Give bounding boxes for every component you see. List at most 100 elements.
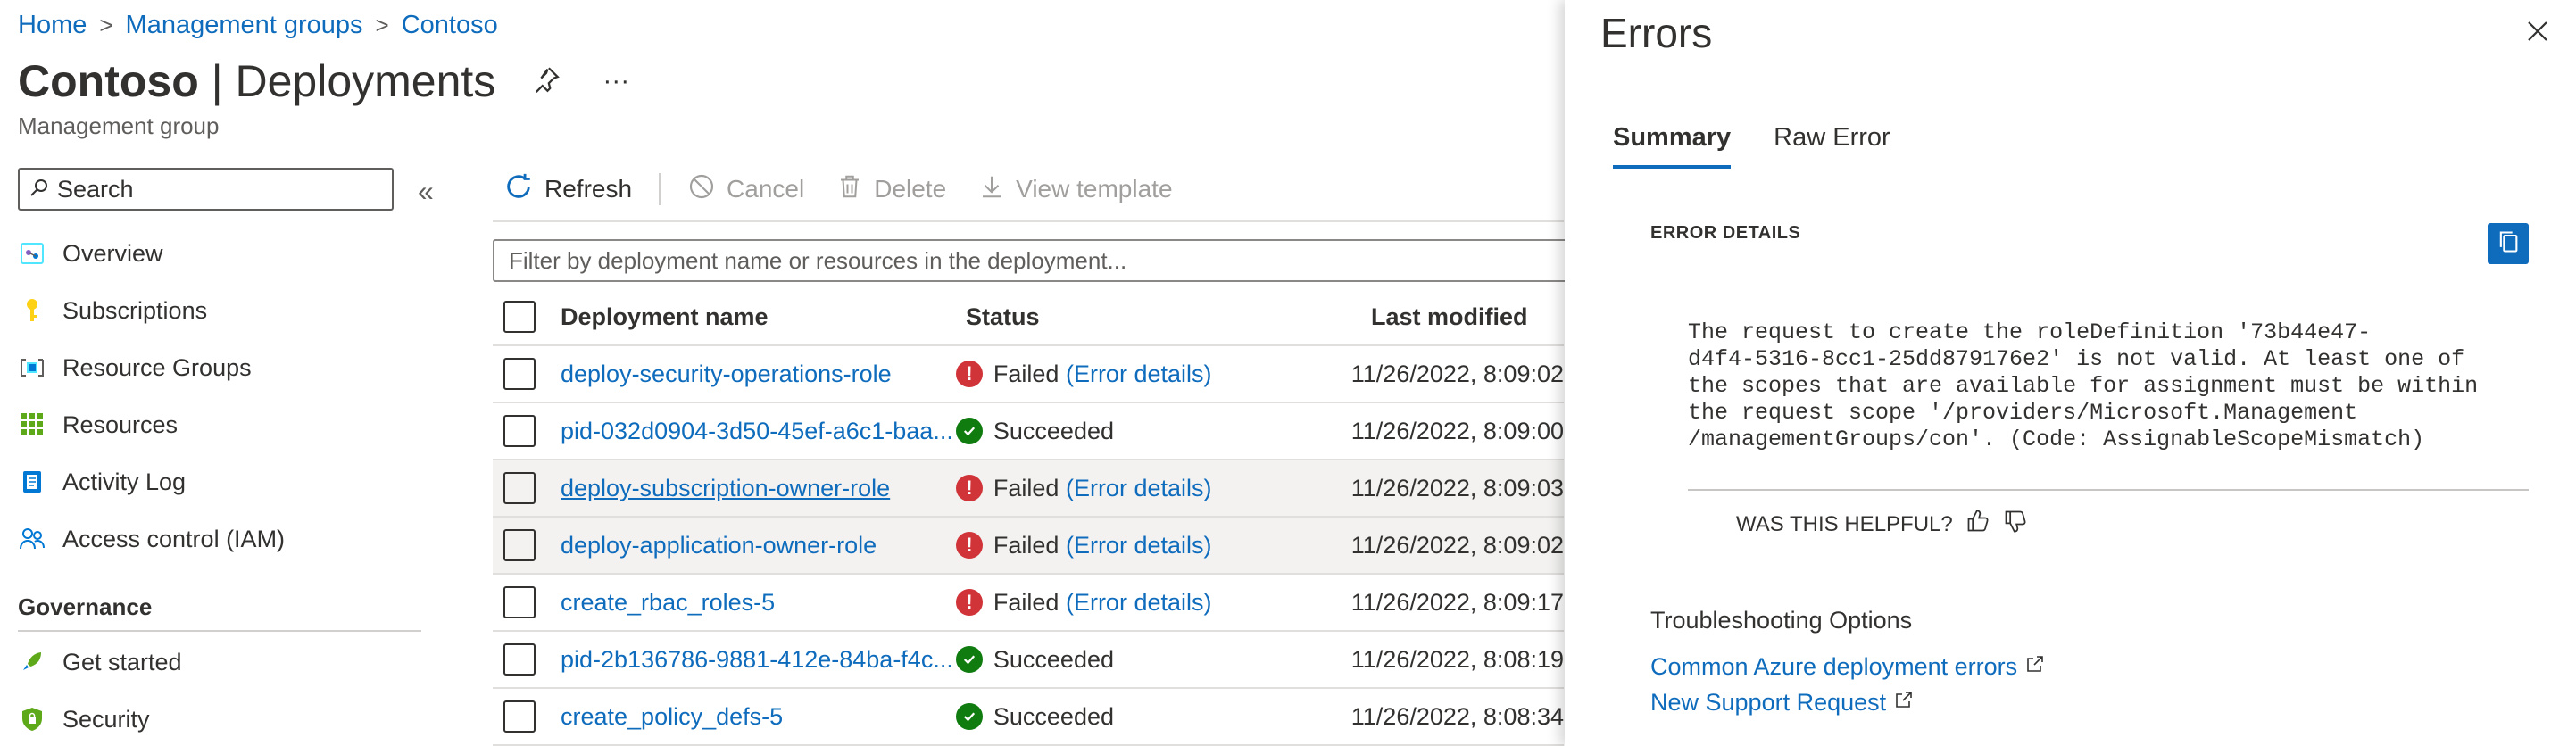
deployment-link[interactable]: create_rbac_roles-5 <box>561 589 956 617</box>
breadcrumb-home[interactable]: Home <box>18 11 87 40</box>
sidebar-item-label: Access control (IAM) <box>62 525 286 552</box>
error-icon: ! <box>955 475 983 501</box>
download-icon <box>978 172 1005 207</box>
error-icon: ! <box>955 532 983 559</box>
deployment-link[interactable]: deploy-security-operations-role <box>561 361 956 388</box>
row-checkbox[interactable] <box>503 415 536 447</box>
deployment-filter[interactable] <box>493 239 1582 282</box>
column-header-status[interactable]: Status <box>966 303 1371 331</box>
tab-summary[interactable]: Summary <box>1613 123 1732 169</box>
rocket-icon <box>18 648 46 676</box>
status-text: Failed <box>993 531 1059 559</box>
error-details-link[interactable]: (Error details) <box>1066 475 1212 502</box>
cancel-label: Cancel <box>727 175 805 203</box>
last-modified: 11/26/2022, 8:08:34 <box>1350 702 1564 730</box>
select-all-checkbox[interactable] <box>503 301 536 333</box>
status-cell: Succeeded <box>955 418 1351 445</box>
external-link-icon <box>1893 689 1915 717</box>
deployment-link[interactable]: pid-032d0904-3d50-45ef-a6c1-baa... <box>561 418 956 445</box>
trash-icon <box>836 172 863 207</box>
feedback-row: WAS THIS HELPFUL? <box>1736 509 2028 540</box>
support-request-link[interactable]: New Support Request <box>1650 689 1915 717</box>
column-header-modified[interactable]: Last modified <box>1371 303 1528 331</box>
more-icon[interactable]: ··· <box>602 66 629 96</box>
pin-icon[interactable] <box>531 64 561 99</box>
sidebar-item-activity-log[interactable]: Activity Log <box>18 453 428 510</box>
toolbar-divider-line <box>493 220 1564 222</box>
search-icon <box>29 177 50 203</box>
close-icon[interactable] <box>2524 18 2551 49</box>
table-row[interactable]: deploy-security-operations-role ! Failed… <box>493 346 1564 403</box>
people-icon <box>18 525 46 553</box>
toolbar-divider <box>659 173 661 205</box>
error-details-link[interactable]: (Error details) <box>1066 589 1212 617</box>
status-cell: Succeeded <box>955 646 1351 674</box>
sidebar-item-subscriptions[interactable]: Subscriptions <box>18 282 428 339</box>
table-row[interactable]: create_rbac_roles-5 ! Failed (Error deta… <box>493 575 1564 632</box>
common-errors-link[interactable]: Common Azure deployment errors <box>1650 653 2046 681</box>
delete-button[interactable]: Delete <box>836 172 946 207</box>
row-checkbox[interactable] <box>503 700 536 733</box>
sidebar-search[interactable] <box>18 168 394 211</box>
page-subtitle: Management group <box>18 112 220 139</box>
row-checkbox[interactable] <box>503 643 536 676</box>
status-cell: Succeeded <box>955 702 1351 731</box>
collapse-sidebar-icon[interactable]: « <box>418 175 434 208</box>
status-text: Failed <box>993 588 1059 616</box>
table-row[interactable]: create_policy_defs-5 Succeeded 11/26/202… <box>493 689 1564 746</box>
troubleshooting-heading: Troubleshooting Options <box>1650 607 1913 634</box>
grid-icon <box>18 410 46 439</box>
refresh-button[interactable]: Refresh <box>503 171 632 208</box>
sidebar-item-get-started[interactable]: Get started <box>18 634 428 691</box>
table-row[interactable]: deploy-application-owner-role ! Failed (… <box>493 518 1564 575</box>
delete-label: Delete <box>874 175 947 203</box>
error-details-link[interactable]: (Error details) <box>1066 532 1212 560</box>
deployments-table: Deployment name Status Last modified dep… <box>493 289 1564 746</box>
row-checkbox[interactable] <box>503 358 536 390</box>
shield-icon <box>18 705 46 734</box>
deployment-link[interactable]: deploy-subscription-owner-role <box>561 475 956 502</box>
row-checkbox[interactable] <box>503 586 536 618</box>
divider <box>1688 489 2529 491</box>
table-row[interactable]: pid-2b136786-9881-412e-84ba-f4c... Succe… <box>493 632 1564 689</box>
breadcrumb-contoso[interactable]: Contoso <box>402 11 498 40</box>
deployment-filter-input[interactable] <box>509 246 1544 275</box>
link-label: Common Azure deployment errors <box>1650 653 2018 680</box>
sidebar-item-label: Resources <box>62 410 179 438</box>
sidebar-item-resources[interactable]: Resources <box>18 396 428 453</box>
page-header: Contoso | Deployments ··· <box>18 55 629 107</box>
sidebar-item-overview[interactable]: Overview <box>18 225 428 282</box>
chevron-right-icon: > <box>99 11 113 38</box>
sidebar-item-resource-groups[interactable]: Resource Groups <box>18 339 428 396</box>
link-label: New Support Request <box>1650 689 1887 716</box>
last-modified: 11/26/2022, 8:09:02 <box>1350 531 1564 559</box>
sidebar-search-input[interactable] <box>57 175 378 203</box>
sidebar-item-access-control[interactable]: Access control (IAM) <box>18 510 428 568</box>
row-checkbox[interactable] <box>503 472 536 504</box>
copy-button[interactable] <box>2488 223 2529 264</box>
breadcrumb-management-groups[interactable]: Management groups <box>126 11 363 40</box>
cancel-button[interactable]: Cancel <box>687 172 804 207</box>
status-cell: ! Failed (Error details) <box>955 588 1351 617</box>
row-checkbox[interactable] <box>503 529 536 561</box>
status-text: Succeeded <box>993 702 1114 730</box>
view-template-button[interactable]: View template <box>978 172 1173 207</box>
deployment-link[interactable]: create_policy_defs-5 <box>561 703 956 731</box>
last-modified: 11/26/2022, 8:09:00 <box>1350 417 1564 444</box>
last-modified: 11/26/2022, 8:09:17 <box>1350 588 1564 616</box>
sidebar-group-governance: Governance <box>18 584 421 632</box>
errors-panel: Errors Summary Raw Error ERROR DETAILS T… <box>1565 0 2576 746</box>
deployment-link[interactable]: deploy-application-owner-role <box>561 532 956 560</box>
page-title-resource: Contoso <box>18 56 199 106</box>
error-details-link[interactable]: (Error details) <box>1066 361 1212 388</box>
thumbs-down-icon[interactable] <box>2003 509 2028 540</box>
deployment-link[interactable]: pid-2b136786-9881-412e-84ba-f4c... <box>561 646 956 674</box>
table-row[interactable]: deploy-subscription-owner-role ! Failed … <box>493 460 1564 518</box>
page-title-section: | Deployments <box>198 56 496 106</box>
activity-log-icon <box>18 468 46 496</box>
column-header-name[interactable]: Deployment name <box>561 303 966 331</box>
sidebar-item-security[interactable]: Security <box>18 691 428 746</box>
tab-raw-error[interactable]: Raw Error <box>1774 123 1890 169</box>
thumbs-up-icon[interactable] <box>1965 509 1990 540</box>
table-row[interactable]: pid-032d0904-3d50-45ef-a6c1-baa... Succe… <box>493 403 1564 460</box>
